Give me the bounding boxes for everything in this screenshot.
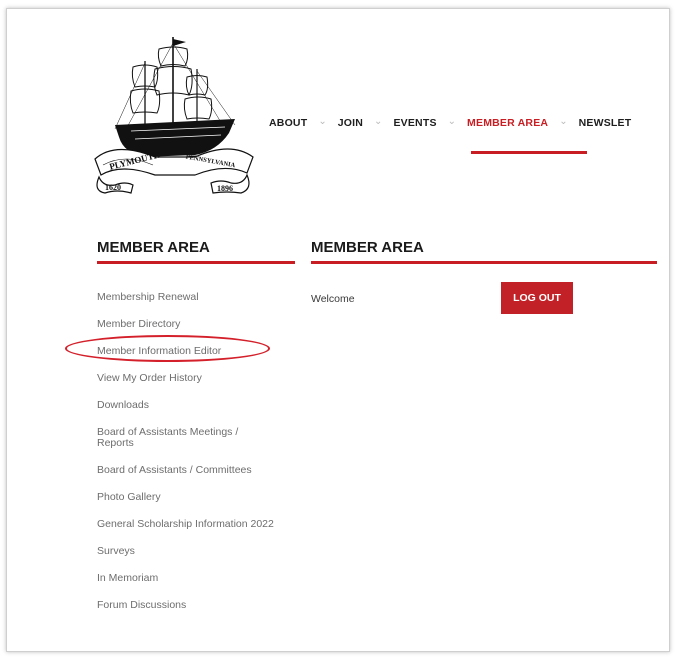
sidebar-item-in-memoriam[interactable]: In Memoriam [97,573,297,584]
nav-dropdown-icon: ⌄ [374,115,383,127]
sidebar-item-order-history[interactable]: View My Order History [97,373,297,384]
sidebar-title: MEMBER AREA [97,239,210,256]
active-nav-indicator [471,151,587,154]
nav-about[interactable]: ABOUT [269,117,307,129]
sidebar-title-rule [97,261,295,264]
nav-member-area[interactable]: MEMBER AREA [467,117,548,129]
nav-dropdown-icon: ⌄ [318,115,327,127]
sidebar-item-downloads[interactable]: Downloads [97,400,297,411]
welcome-text: Welcome [311,293,355,305]
logout-button[interactable]: LOG OUT [501,282,573,314]
page-title: MEMBER AREA [311,239,424,256]
nav-events[interactable]: EVENTS [393,117,436,129]
sidebar-item-board-committees[interactable]: Board of Assistants / Committees [97,465,297,476]
main-nav: ABOUT ⌄ JOIN ⌄ EVENTS ⌄ MEMBER AREA ⌄ NE… [269,113,631,133]
sidebar-item-scholarship-information[interactable]: General Scholarship Information 2022 [97,519,282,530]
sidebar-item-member-information-editor[interactable]: Member Information Editor [97,346,297,357]
svg-text:1620: 1620 [105,183,121,192]
sidebar-item-photo-gallery[interactable]: Photo Gallery [97,492,297,503]
sidebar-item-forum-discussions[interactable]: Forum Discussions [97,600,297,611]
nav-join[interactable]: JOIN [338,117,363,129]
sidebar-item-surveys[interactable]: Surveys [97,546,297,557]
nav-dropdown-icon: ⌄ [447,115,457,127]
nav-newsletter[interactable]: NEWSLET [579,117,632,129]
nav-dropdown-icon: ⌄ [559,115,568,127]
sidebar-menu: Membership Renewal Member Directory Memb… [97,292,297,611]
page-frame: PLYMOUTH PENNSYLVANIA 1620 1896 ABOUT ⌄ … [6,8,670,652]
svg-text:1896: 1896 [217,184,233,193]
sidebar-item-board-meetings-reports[interactable]: Board of Assistants Meetings / Reports [97,427,272,449]
sidebar-item-membership-renewal[interactable]: Membership Renewal [97,292,297,303]
sidebar-item-member-directory[interactable]: Member Directory [97,319,297,330]
page-title-rule [311,261,657,264]
plymouth-ship-logo[interactable]: PLYMOUTH PENNSYLVANIA 1620 1896 [85,33,261,195]
